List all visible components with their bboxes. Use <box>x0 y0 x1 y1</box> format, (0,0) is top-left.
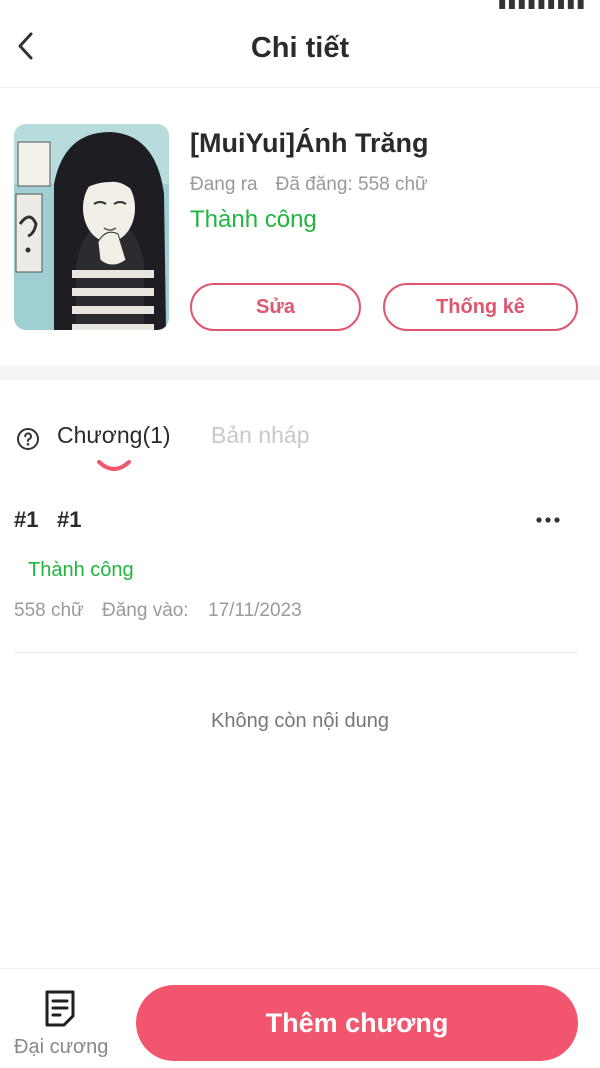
add-chapter-button[interactable]: Thêm chương <box>136 985 578 1061</box>
chapter-word-count: 558 chữ <box>14 600 84 621</box>
tab-bar: Chương(1) Bản nháp <box>0 410 600 480</box>
chapter-date-label: Đăng vào: <box>102 600 189 621</box>
chapter-number: #1 <box>14 507 39 532</box>
more-horizontal-icon <box>536 517 560 523</box>
document-list-icon <box>45 990 75 1027</box>
status-bar: ▮▮▮▮▮▮▮▮▮ <box>0 0 600 10</box>
chapter-date: 17/11/2023 <box>208 600 302 621</box>
outline-button[interactable]: Đại cương <box>0 969 122 1068</box>
section-divider <box>0 366 600 380</box>
stats-button[interactable]: Thống kê <box>383 283 578 331</box>
row-divider <box>14 652 578 653</box>
active-tab-indicator <box>97 460 131 471</box>
question-circle-icon[interactable] <box>16 427 40 451</box>
tab-chapters[interactable]: Chương(1) <box>57 422 171 449</box>
page-title: Chi tiết <box>250 32 350 64</box>
empty-list-note: Không còn nội dung <box>211 710 389 732</box>
outline-label: Đại cương <box>14 1036 109 1058</box>
tab-drafts[interactable]: Bản nháp <box>211 422 309 449</box>
chapter-state: Thành công <box>28 559 134 581</box>
book-word-count: Đã đăng: 558 chữ <box>275 174 428 195</box>
edit-button[interactable]: Sửa <box>190 283 361 331</box>
book-cover[interactable] <box>14 124 169 330</box>
chapter-more-button[interactable] <box>528 505 568 535</box>
book-card: [MuiYui]Ánh Trăng Đang ra Đã đăng: 558 ch… <box>0 88 600 366</box>
status-bar-clipped: ▮▮▮▮▮▮▮▮▮ <box>497 0 586 10</box>
bottom-bar: Đại cương Thêm chương <box>0 968 600 1067</box>
book-status: Đang ra <box>190 174 258 195</box>
book-title: [MuiYui]Ánh Trăng <box>190 128 429 158</box>
chapter-row[interactable]: #1 #1 Thành công 558 chữ Đăng vào: 17/11… <box>0 495 600 653</box>
header: Chi tiết <box>0 10 600 88</box>
book-meta: Đang ra Đã đăng: 558 chữ <box>190 174 428 196</box>
book-state: Thành công <box>190 206 317 233</box>
chapter-title: #1 <box>57 507 82 532</box>
